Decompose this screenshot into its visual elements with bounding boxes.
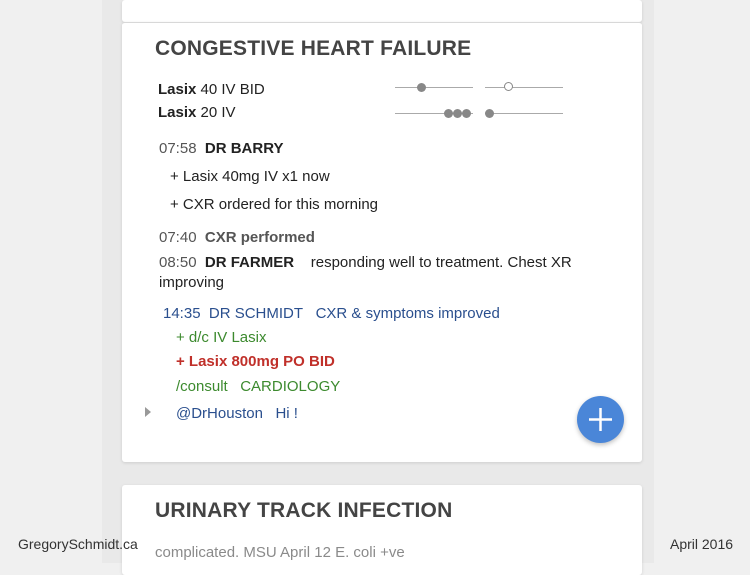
mention-line[interactable]: @DrHouston Hi ! — [176, 405, 298, 422]
note-author: DR BARRY — [204, 140, 284, 157]
dose-marker-pending — [504, 82, 513, 91]
order-dc-lasix[interactable]: + d/c IV Lasix — [176, 329, 266, 346]
dose-marker — [417, 83, 426, 92]
add-button[interactable] — [577, 396, 624, 443]
order-new-lasix[interactable]: + Lasix 800mg PO BID — [176, 353, 335, 370]
problem-card-chf[interactable]: CONGESTIVE HEART FAILURE Lasix 40 IV BID… — [122, 22, 642, 462]
med-name: Lasix — [158, 81, 197, 98]
caret-right-icon[interactable] — [145, 407, 151, 417]
problem-title: URINARY TRACK INFECTION — [155, 499, 453, 522]
note-text: CXR performed — [204, 229, 315, 246]
note-header: 07:40 CXR performed — [159, 229, 315, 246]
med-dose: 20 IV — [200, 104, 236, 121]
note-author: DR SCHMIDT — [208, 305, 304, 322]
dose-marker — [444, 109, 453, 118]
note-header: 07:58 DR BARRY — [159, 140, 284, 157]
note-header: 08:50 DR FARMER responding well to treat… — [159, 254, 572, 271]
footer-site: GregorySchmidt.ca — [18, 536, 138, 552]
problem-title: CONGESTIVE HEART FAILURE — [155, 37, 472, 60]
note-time: 08:50 — [159, 254, 197, 271]
note-time: 07:40 — [159, 229, 197, 246]
previous-card — [122, 0, 642, 22]
med-name: Lasix — [158, 104, 197, 121]
note-line: + CXR ordered for this morning — [170, 196, 379, 213]
mention-text: Hi ! — [275, 405, 298, 422]
note-line: + Lasix 40mg IV x1 now — [170, 168, 330, 185]
med-row[interactable]: Lasix 40 IV BID — [158, 81, 265, 98]
dose-marker — [462, 109, 471, 118]
problem-subtitle: complicated. MSU April 12 E. coli +ve — [155, 544, 405, 561]
dose-marker — [453, 109, 462, 118]
consult-cmd: /consult — [176, 378, 228, 395]
note-time: 07:58 — [159, 140, 197, 157]
note-text: responding well to treatment. Chest XR — [310, 254, 572, 271]
footer-date: April 2016 — [670, 536, 734, 552]
note-author: DR FARMER — [204, 254, 295, 271]
note-header[interactable]: 14:35 DR SCHMIDT CXR & symptoms improved — [163, 305, 500, 322]
dose-marker — [485, 109, 494, 118]
consult-command[interactable]: /consult CARDIOLOGY — [176, 378, 340, 395]
consult-target: CARDIOLOGY — [240, 378, 341, 395]
note-text: CXR & symptoms improved — [315, 305, 500, 322]
med-row[interactable]: Lasix 20 IV — [158, 104, 236, 121]
plus-icon — [589, 408, 612, 431]
problem-card-uti[interactable]: URINARY TRACK INFECTION complicated. MSU… — [122, 485, 642, 575]
mention-handle: @DrHouston — [176, 405, 263, 422]
note-text-cont: improving — [159, 274, 225, 291]
med-dose: 40 IV BID — [200, 81, 265, 98]
note-time: 14:35 — [163, 305, 201, 322]
